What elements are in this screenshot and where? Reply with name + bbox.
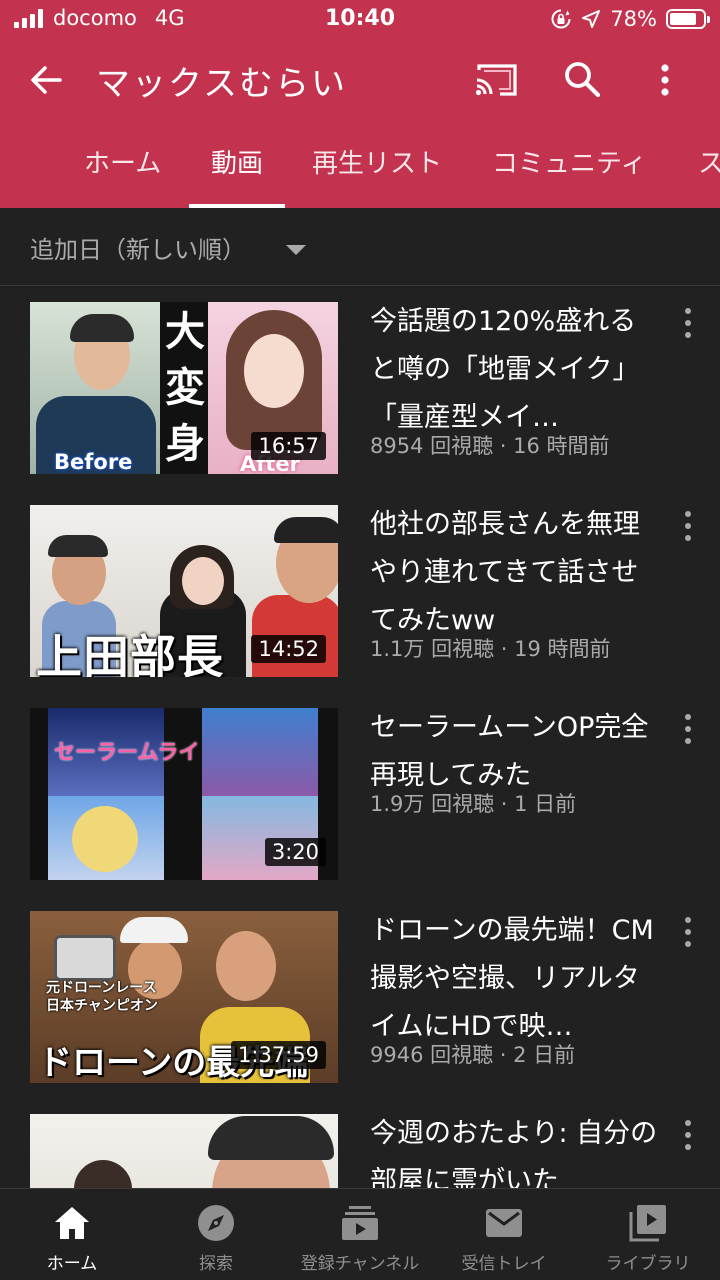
video-duration: 14:52 (251, 635, 326, 663)
more-vertical-icon[interactable] (650, 60, 680, 100)
nav-label: 受信トレイ (461, 1254, 547, 1274)
sort-label: 追加日（新しい順） (30, 236, 246, 264)
channel-tabs: ホーム 動画 再生リスト コミュニティ ス (0, 136, 720, 208)
channel-header: docomo 4G 10:40 78% マックスむらい ホーム 動画 再生リスト… (0, 0, 720, 208)
video-item[interactable]: セーラームライ 3:20 セーラームーンOP完全再現してみた 1.9万 回視聴 … (0, 692, 720, 896)
caret-down-icon (286, 245, 306, 255)
back-arrow-icon[interactable] (26, 60, 66, 100)
inbox-mail-icon (486, 1209, 522, 1237)
location-arrow-icon (582, 10, 601, 28)
video-thumbnail[interactable]: セーラームライ 3:20 (30, 708, 338, 880)
thumbnail-before-text: Before (54, 450, 133, 474)
sort-dropdown[interactable]: 追加日（新しい順） (0, 208, 720, 286)
status-right: 78% (550, 7, 710, 31)
video-item[interactable]: 上田部長 14:52 他社の部長さんを無理やり連れてきて話させてみたww 1.1… (0, 489, 720, 693)
nav-label: 登録チャンネル (300, 1254, 420, 1274)
library-icon (629, 1205, 666, 1242)
channel-title: マックスむらい (96, 64, 347, 104)
thumbnail-subtitle: 日本チャンピオン (46, 998, 158, 1014)
video-thumbnail[interactable] (30, 1114, 338, 1188)
nav-library[interactable]: ライブラリ (576, 1189, 720, 1280)
nav-subscriptions[interactable]: 登録チャンネル (288, 1189, 432, 1280)
video-item[interactable]: 大変身 Before After 16:57 今話題の120%盛れると噂の「地雷… (0, 286, 720, 490)
video-more-icon[interactable] (680, 917, 696, 947)
video-more-icon[interactable] (680, 308, 696, 338)
battery-percentage: 78% (610, 7, 657, 31)
tab-home[interactable]: ホーム (84, 136, 161, 208)
tab-community[interactable]: コミュニティ (492, 136, 646, 208)
nav-label: ホーム (46, 1254, 98, 1274)
thumbnail-caption: 上田部長 (36, 630, 224, 677)
nav-explore[interactable]: 探索 (144, 1189, 288, 1280)
video-title[interactable]: 他社の部長さんを無理やり連れてきて話させてみたww (370, 501, 662, 645)
video-more-icon[interactable] (680, 511, 696, 541)
nav-inbox[interactable]: 受信トレイ (432, 1189, 576, 1280)
video-thumbnail[interactable]: 上田部長 14:52 (30, 505, 338, 677)
video-meta: 1.9万 回視聴 · 1 日前 (370, 792, 577, 816)
app-bar: マックスむらい (0, 40, 720, 120)
video-item[interactable]: 今週のおたより: 自分の部屋に霊がいた (0, 1098, 720, 1188)
nav-home[interactable]: ホーム (0, 1189, 144, 1280)
video-title[interactable]: 今話題の120%盛れると噂の「地雷メイク」「量産型メイ… (370, 298, 662, 442)
rotation-lock-icon (551, 9, 571, 29)
video-thumbnail[interactable]: 元ドローンレース 日本チャンピオン ドローンの最先端 1:37:59 (30, 911, 338, 1083)
tab-playlists[interactable]: 再生リスト (312, 136, 442, 208)
video-title[interactable]: 今週のおたより: 自分の部屋に霊がいた (370, 1110, 662, 1188)
video-duration: 16:57 (251, 432, 326, 460)
video-meta: 9946 回視聴 · 2 日前 (370, 1043, 576, 1067)
tab-videos[interactable]: 動画 (188, 136, 286, 208)
subscriptions-icon (342, 1206, 378, 1240)
video-meta: 1.1万 回視聴 · 19 時間前 (370, 637, 611, 661)
thumbnail-text: 大変身 (165, 309, 205, 467)
video-item[interactable]: 元ドローンレース 日本チャンピオン ドローンの最先端 1:37:59 ドローンの… (0, 895, 720, 1099)
video-duration: 1:37:59 (231, 1041, 326, 1069)
search-icon[interactable] (562, 59, 602, 99)
video-title[interactable]: セーラームーンOP完全再現してみた (370, 704, 662, 800)
video-more-icon[interactable] (680, 714, 696, 744)
thumbnail-subtitle: 元ドローンレース (46, 980, 157, 996)
explore-compass-icon (198, 1205, 234, 1241)
video-more-icon[interactable] (680, 1120, 696, 1150)
video-thumbnail[interactable]: 大変身 Before After 16:57 (30, 302, 338, 474)
nav-label: ライブラリ (605, 1254, 691, 1274)
nav-label: 探索 (199, 1254, 233, 1274)
youtube-channel-screen: docomo 4G 10:40 78% マックスむらい ホーム 動画 再生リスト… (0, 0, 720, 1280)
status-bar: docomo 4G 10:40 78% (0, 0, 720, 40)
video-duration: 3:20 (264, 838, 326, 866)
thumbnail-logo-text: セーラームライ (54, 740, 200, 764)
video-meta: 8954 回視聴 · 16 時間前 (370, 434, 610, 458)
video-list: 大変身 Before After 16:57 今話題の120%盛れると噂の「地雷… (0, 286, 720, 1188)
tab-more-partial[interactable]: ス (698, 136, 720, 208)
home-icon (55, 1207, 89, 1239)
video-title[interactable]: ドローンの最先端！CM撮影や空撮、リアルタイムにHDで映… (370, 907, 662, 1051)
bottom-navigation: ホーム 探索 登録チャンネル 受信トレイ ライブラリ (0, 1188, 720, 1280)
battery-icon (666, 9, 710, 29)
cast-icon[interactable] (474, 60, 520, 100)
